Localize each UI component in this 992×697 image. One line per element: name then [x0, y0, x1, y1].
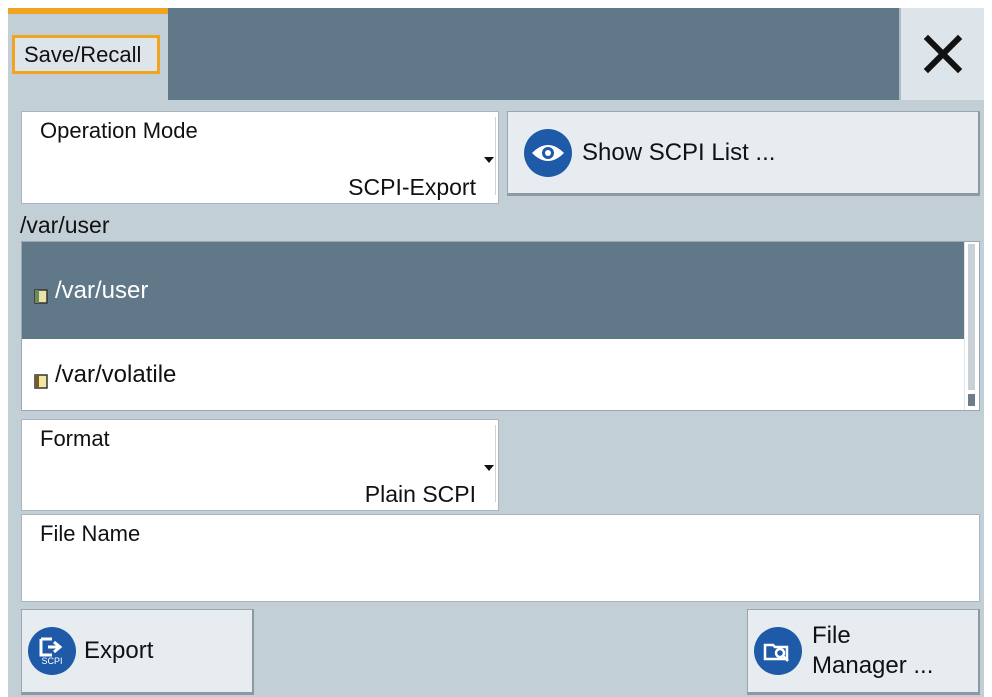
- close-icon: [923, 34, 962, 74]
- scpi-export-icon: SCPI: [28, 627, 76, 675]
- format-dropdown[interactable]: Format Plain SCPI: [21, 419, 499, 511]
- format-value: Plain SCPI: [364, 481, 476, 507]
- chevron-down-icon: [484, 465, 494, 471]
- tab-save-recall[interactable]: Save/Recall: [12, 35, 160, 74]
- save-recall-dialog: Save/Recall Operation Mode SCPI-Export S…: [8, 8, 984, 697]
- list-item[interactable]: /var/user: [22, 242, 966, 339]
- list-item-label: /var/volatile: [55, 361, 177, 388]
- dropdown-caret: [484, 117, 496, 195]
- folder-icon: [34, 283, 48, 304]
- tab-area: Save/Recall: [8, 8, 168, 100]
- export-label: Export: [84, 637, 154, 664]
- show-scpi-list-button[interactable]: Show SCPI List ...: [507, 111, 980, 196]
- close-button[interactable]: [899, 8, 984, 100]
- file-manager-label-line2: Manager ...: [812, 652, 934, 679]
- show-scpi-list-label: Show SCPI List ...: [582, 138, 776, 166]
- scrollbar-end: [968, 394, 975, 406]
- list-item-label: /var/user: [55, 276, 149, 304]
- file-manager-icon: [754, 627, 802, 675]
- scpi-icon-text: SCPI: [41, 656, 63, 666]
- operation-mode-dropdown[interactable]: Operation Mode SCPI-Export: [21, 111, 499, 204]
- list-item[interactable]: /var/volatile: [22, 339, 966, 410]
- format-label: Format: [40, 426, 110, 451]
- list-scrollbar[interactable]: [964, 242, 979, 410]
- active-tab-indicator: [8, 8, 168, 14]
- file-name-field[interactable]: File Name: [21, 514, 980, 602]
- dropdown-caret: [484, 425, 496, 502]
- current-path: /var/user: [20, 212, 110, 238]
- file-manager-label-line1: File: [812, 622, 851, 649]
- export-button[interactable]: SCPI Export: [21, 609, 254, 695]
- operation-mode-value: SCPI-Export: [348, 174, 476, 200]
- directory-list[interactable]: /var/user /var/volatile: [21, 241, 980, 411]
- eye-icon: [524, 128, 572, 177]
- scrollbar-thumb[interactable]: [968, 244, 975, 390]
- dialog-header: Save/Recall: [8, 8, 984, 100]
- operation-mode-label: Operation Mode: [40, 118, 198, 143]
- file-manager-label: File Manager ...: [812, 621, 933, 681]
- file-manager-button[interactable]: File Manager ...: [747, 609, 980, 695]
- folder-icon: [34, 368, 48, 389]
- file-name-label: File Name: [40, 521, 141, 546]
- chevron-down-icon: [484, 157, 494, 163]
